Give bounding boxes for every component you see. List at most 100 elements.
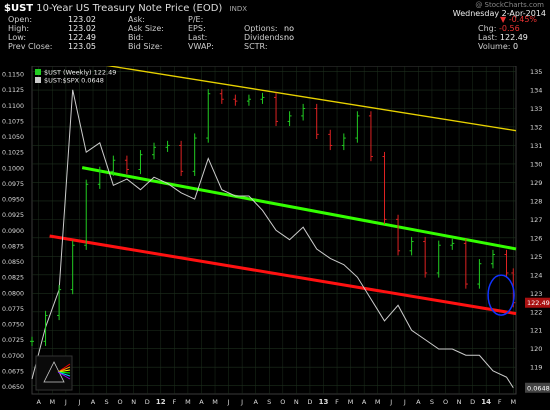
x-tick-label: 12 <box>156 398 166 406</box>
right-tick-label: 131 <box>530 142 542 150</box>
left-tick-label: 0.0875 <box>2 243 24 250</box>
watermark: @ StockCharts.com <box>475 1 544 9</box>
x-axis: A M J J A S O N D 12 F M A M J J A S O N D 13 F M A M J J A S O N D 14 F M <box>37 398 517 406</box>
x-tick-label: O <box>118 398 123 406</box>
x-tick-label: O <box>280 398 285 406</box>
x-tick-label: M <box>50 398 56 406</box>
prism-logo-icon <box>35 355 73 391</box>
x-tick-label: N <box>294 398 299 406</box>
x-tick-label: A <box>199 398 204 406</box>
left-tick-label: 0.0650 <box>2 384 24 391</box>
quote-col-4: Options: no Dividends: no SCTR: <box>244 24 294 51</box>
x-tick-label: 13 <box>319 398 329 406</box>
left-tick-label: 0.0800 <box>2 290 24 297</box>
x-tick-label: M <box>375 398 381 406</box>
x-tick-label: S <box>104 398 108 406</box>
left-tick-label: 0.0750 <box>2 322 24 329</box>
change-percent: ▼ -0.45% <box>500 15 538 24</box>
x-tick-label: F <box>172 398 176 406</box>
legend-label: $UST:$SPX 0.0648 <box>44 77 104 85</box>
x-tick-label: F <box>335 398 339 406</box>
right-tick-label: 122 <box>530 308 542 316</box>
quote-col-1: Open: 123.02 High: 123.02 Low: 122.49 Pr… <box>8 15 96 51</box>
right-axis: 135 134 133 132 131 130 129 128 127 126 125 124 123 1… <box>530 68 542 390</box>
left-tick-label: 0.0850 <box>2 259 24 266</box>
quote-col-3: P/E: EPS: Last: VWAP: <box>188 15 214 51</box>
left-tick-label: 0.0825 <box>2 275 24 282</box>
legend-label: $UST (Weekly) 122.49 <box>44 69 116 77</box>
right-tick-label: 125 <box>530 253 542 261</box>
price-chart: 0.1150 0.1125 0.1100 0.1075 0.1050 0.1025 0.10… <box>2 66 550 406</box>
instrument-name: 10-Year US Treasury Note Price (EOD) <box>36 3 223 14</box>
volume-value: 0 <box>513 42 519 51</box>
right-tick-label: 123 <box>530 290 542 298</box>
x-tick-label: J <box>77 398 80 406</box>
index-tag: INDX <box>229 5 248 13</box>
x-tick-label: M <box>212 398 218 406</box>
last-ratio-label: 0.0648 <box>527 384 550 392</box>
chart-title: $UST 10-Year US Treasury Note Price (EOD… <box>4 3 247 14</box>
x-tick-label: J <box>389 398 392 406</box>
x-tick-label: J <box>240 398 243 406</box>
left-tick-label: 0.1150 <box>2 72 24 79</box>
x-tick-label: N <box>131 398 136 406</box>
quote-col-5: Chg: -0.56 Last: 122.49 Volume: 0 <box>478 24 528 51</box>
x-tick-label: M <box>348 398 354 406</box>
chart-header: $UST 10-Year US Treasury Note Price (EOD… <box>0 0 550 66</box>
x-tick-label: D <box>470 398 475 406</box>
x-tick-label: A <box>362 398 367 406</box>
x-tick-label: A <box>91 398 96 406</box>
symbol: $UST <box>4 3 34 14</box>
legend-swatch <box>35 69 41 75</box>
right-tick-label: 135 <box>530 68 542 76</box>
right-tick-label: 120 <box>530 345 542 353</box>
left-tick-label: 0.0900 <box>2 228 24 235</box>
left-tick-label: 0.0675 <box>2 368 24 375</box>
right-tick-label: 127 <box>530 216 542 224</box>
x-tick-label: J <box>64 398 67 406</box>
x-tick-label: J <box>227 398 230 406</box>
x-tick-label: F <box>498 398 502 406</box>
left-tick-label: 0.1025 <box>2 150 24 157</box>
left-tick-label: 0.0975 <box>2 181 24 188</box>
right-tick-label: 124 <box>530 271 542 279</box>
grid <box>31 66 517 395</box>
change-value: -0.56 <box>498 24 520 33</box>
left-tick-label: 0.0725 <box>2 337 24 344</box>
plot-area <box>31 66 517 395</box>
left-tick-label: 0.0950 <box>2 197 24 204</box>
left-tick-label: 0.1100 <box>2 103 24 110</box>
right-tick-label: 129 <box>530 179 542 187</box>
x-tick-label: J <box>403 398 406 406</box>
right-tick-label: 134 <box>530 87 542 95</box>
right-tick-label: 132 <box>530 123 542 131</box>
right-tick-label: 133 <box>530 105 542 113</box>
left-tick-label: 0.0775 <box>2 306 24 313</box>
quote-col-2: Ask: Ask Size: Bid: Bid Size: <box>128 15 164 51</box>
right-tick-label: 119 <box>530 364 542 372</box>
legend-swatch <box>35 77 41 83</box>
last-value: 122.49 <box>499 33 528 42</box>
last-price-label: 122.49 <box>527 299 550 307</box>
right-tick-label: 121 <box>530 327 542 335</box>
left-axis: 0.1150 0.1125 0.1100 0.1075 0.1050 0.1025 0.10… <box>2 72 24 391</box>
x-tick-label: A <box>416 398 421 406</box>
left-tick-label: 0.1050 <box>2 134 24 141</box>
left-tick-label: 0.1075 <box>2 118 24 125</box>
x-tick-label: N <box>457 398 462 406</box>
left-tick-label: 0.0700 <box>2 353 24 360</box>
x-tick-label: A <box>253 398 258 406</box>
down-arrow-icon: ▼ <box>500 15 507 24</box>
x-tick-label: S <box>430 398 434 406</box>
right-tick-label: 128 <box>530 197 542 205</box>
left-tick-label: 0.0925 <box>2 212 24 219</box>
left-tick-label: 0.1125 <box>2 87 24 94</box>
x-tick-label: M <box>510 398 516 406</box>
x-tick-label: D <box>145 398 150 406</box>
right-tick-label: 126 <box>530 234 542 242</box>
x-tick-label: 14 <box>481 398 491 406</box>
x-tick-label: M <box>185 398 191 406</box>
x-tick-label: S <box>267 398 271 406</box>
x-tick-label: A <box>37 398 42 406</box>
x-tick-label: D <box>307 398 312 406</box>
